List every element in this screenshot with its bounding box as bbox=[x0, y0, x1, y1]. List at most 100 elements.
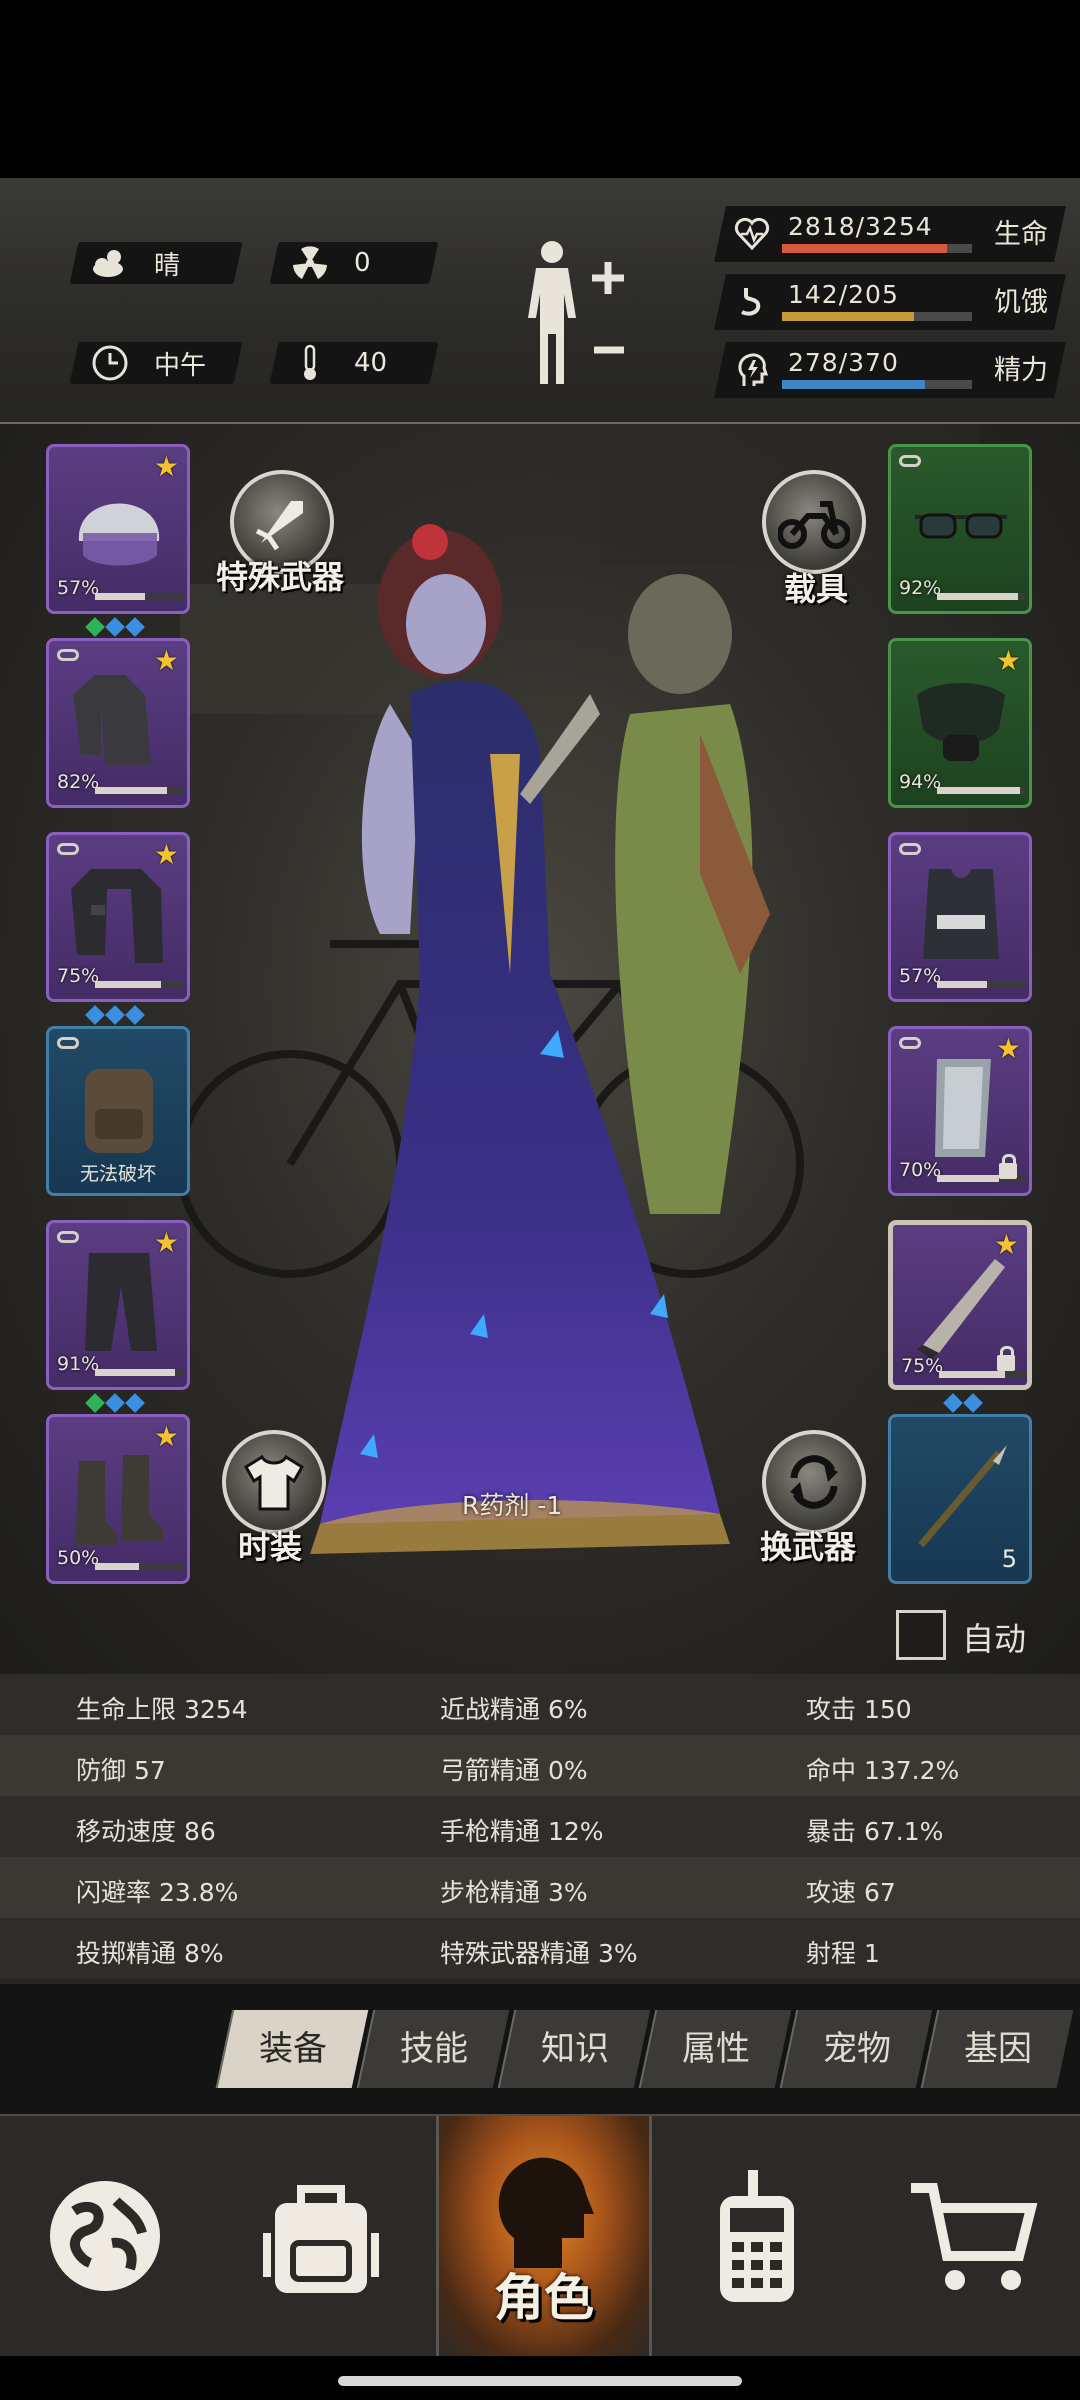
energy-fill bbox=[782, 380, 925, 389]
motorcycle-icon bbox=[778, 501, 850, 549]
helmet-icon bbox=[65, 471, 173, 581]
radiation-indicator: 0 bbox=[269, 242, 439, 284]
durability-bar bbox=[937, 981, 1025, 988]
durability-percent: 75% bbox=[901, 1355, 944, 1377]
gem-icon bbox=[105, 1005, 125, 1025]
durability-percent: 91% bbox=[57, 1353, 100, 1375]
machete-icon bbox=[909, 1249, 1017, 1359]
equip-slot-police-vest[interactable]: 57% bbox=[888, 832, 1032, 1002]
stat-entry: 手枪精通 12% bbox=[440, 1817, 604, 1846]
equip-slot-riot-shield[interactable]: ★ 70% bbox=[888, 1026, 1032, 1196]
equip-slot-spear[interactable]: 5 bbox=[888, 1414, 1032, 1584]
equip-slot-helmet[interactable]: ★ 57% bbox=[46, 444, 190, 614]
swap-weapon-label: 换武器 bbox=[760, 1528, 857, 1566]
nav-character[interactable]: 角色 bbox=[436, 2116, 652, 2356]
time-label: 中午 bbox=[154, 350, 207, 381]
equip-slot-shirt[interactable]: ★ 82% bbox=[46, 638, 190, 808]
character-stats-panel: 生命上限 3254 近战精通 6% 攻击 150 防御 57 弓箭精通 0% 命中 137… bbox=[0, 1674, 1080, 1984]
tab-knowledge[interactable]: 知识 bbox=[497, 2010, 651, 2088]
tab-attributes[interactable]: 属性 bbox=[638, 2010, 792, 2088]
nav-world[interactable] bbox=[0, 2116, 210, 2356]
stats-row: 投掷精通 8% 特殊武器精通 3% 射程 1 bbox=[0, 1918, 1080, 1979]
stats-row: 移动速度 86 手枪精通 12% 暴击 67.1% bbox=[0, 1796, 1080, 1857]
gem-icon bbox=[85, 617, 105, 637]
weather-label: 晴 bbox=[154, 250, 181, 281]
spear-icon bbox=[907, 1441, 1015, 1551]
equip-slot-backpack[interactable]: 无法破坏 bbox=[46, 1026, 190, 1196]
energy-bar: 278/370 精力 bbox=[714, 342, 1066, 398]
auto-checkbox[interactable] bbox=[896, 1610, 946, 1660]
backpack-icon bbox=[65, 1053, 173, 1163]
globe-icon bbox=[50, 2181, 160, 2291]
body-silhouette-icon bbox=[528, 241, 624, 384]
fashion-label: 时装 bbox=[238, 1528, 303, 1566]
gem-icon bbox=[105, 1393, 125, 1413]
durability-bar bbox=[95, 593, 183, 600]
star-icon: ★ bbox=[153, 644, 179, 677]
link-icon bbox=[899, 843, 921, 855]
gem-sockets bbox=[85, 1393, 145, 1413]
vehicle-button[interactable] bbox=[762, 470, 866, 574]
character-tab-bar: 装备 技能 知识 属性 宠物 基因 bbox=[0, 1984, 1080, 2114]
radiation-icon bbox=[290, 243, 330, 283]
temperature-indicator: 40 bbox=[269, 342, 439, 384]
stat-entry: 命中 137.2% bbox=[806, 1756, 960, 1785]
equip-slot-glasses[interactable]: 92% bbox=[888, 444, 1032, 614]
stat-entry: 移动速度 86 bbox=[76, 1817, 216, 1846]
gem-sockets bbox=[85, 617, 145, 637]
gem-sockets bbox=[943, 1393, 983, 1413]
gem-icon bbox=[943, 1393, 963, 1413]
health-fill bbox=[782, 244, 947, 253]
durability-percent: 92% bbox=[899, 577, 942, 599]
stats-row: 生命上限 3254 近战精通 6% 攻击 150 bbox=[0, 1674, 1080, 1735]
riot-shield-icon bbox=[907, 1053, 1015, 1163]
jacket-icon bbox=[65, 859, 173, 969]
link-icon bbox=[57, 1231, 79, 1243]
heart-icon bbox=[734, 216, 770, 252]
equip-slot-jacket[interactable]: ★ 75% bbox=[46, 832, 190, 1002]
character-artwork bbox=[310, 524, 770, 1554]
lightning-head-icon bbox=[734, 352, 770, 388]
equip-slot-gas-mask[interactable]: ★ 94% bbox=[888, 638, 1032, 808]
tab-label: 知识 bbox=[541, 2029, 609, 2069]
tab-genes[interactable]: 基因 bbox=[920, 2010, 1074, 2088]
nav-shop[interactable] bbox=[868, 2116, 1078, 2356]
health-value: 2818/3254 bbox=[788, 212, 933, 241]
fashion-button[interactable] bbox=[222, 1430, 326, 1534]
stat-entry: 闪避率 23.8% bbox=[76, 1878, 239, 1907]
police-vest-icon bbox=[907, 859, 1015, 969]
tab-label: 属性 bbox=[682, 2029, 750, 2069]
star-icon: ★ bbox=[995, 644, 1021, 677]
boots-icon bbox=[65, 1441, 173, 1551]
health-bar: 2818/3254 生命 bbox=[714, 206, 1066, 262]
glasses-icon bbox=[907, 471, 1015, 581]
durability-bar bbox=[937, 787, 1025, 794]
equip-slot-boots[interactable]: ★ 50% bbox=[46, 1414, 190, 1584]
nav-radio[interactable] bbox=[652, 2116, 862, 2356]
tab-label: 宠物 bbox=[823, 2029, 891, 2069]
stat-entry: 特殊武器精通 3% bbox=[440, 1939, 638, 1968]
durability-bar bbox=[95, 1369, 183, 1376]
status-hud: 晴 0 中午 40 2818/3254 生命 142/205 饥饿 278/37… bbox=[0, 178, 1080, 424]
swap-weapon-button[interactable] bbox=[762, 1430, 866, 1534]
stats-row: 防御 57 弓箭精通 0% 命中 137.2% bbox=[0, 1735, 1080, 1796]
nav-inventory[interactable] bbox=[216, 2116, 426, 2356]
gem-icon bbox=[125, 1005, 145, 1025]
hunger-label: 饥饿 bbox=[994, 287, 1048, 318]
equip-slot-machete[interactable]: ★ 75% bbox=[888, 1220, 1032, 1390]
durability-percent: 82% bbox=[57, 771, 100, 793]
indestructible-label: 无法破坏 bbox=[79, 1163, 156, 1185]
tab-pets[interactable]: 宠物 bbox=[779, 2010, 933, 2088]
link-icon bbox=[57, 843, 79, 855]
link-icon bbox=[899, 1037, 921, 1049]
stat-entry: 生命上限 3254 bbox=[76, 1695, 248, 1724]
gem-icon bbox=[85, 1005, 105, 1025]
tab-skills[interactable]: 技能 bbox=[356, 2010, 510, 2088]
durability-percent: 94% bbox=[899, 771, 942, 793]
swap-arrows-icon bbox=[790, 1455, 838, 1509]
clock-icon bbox=[90, 343, 130, 383]
body-status-button[interactable] bbox=[520, 238, 630, 388]
equip-slot-pants[interactable]: ★ 91% bbox=[46, 1220, 190, 1390]
tab-label: 技能 bbox=[400, 2029, 468, 2069]
tab-equipment[interactable]: 装备 bbox=[215, 2010, 369, 2088]
